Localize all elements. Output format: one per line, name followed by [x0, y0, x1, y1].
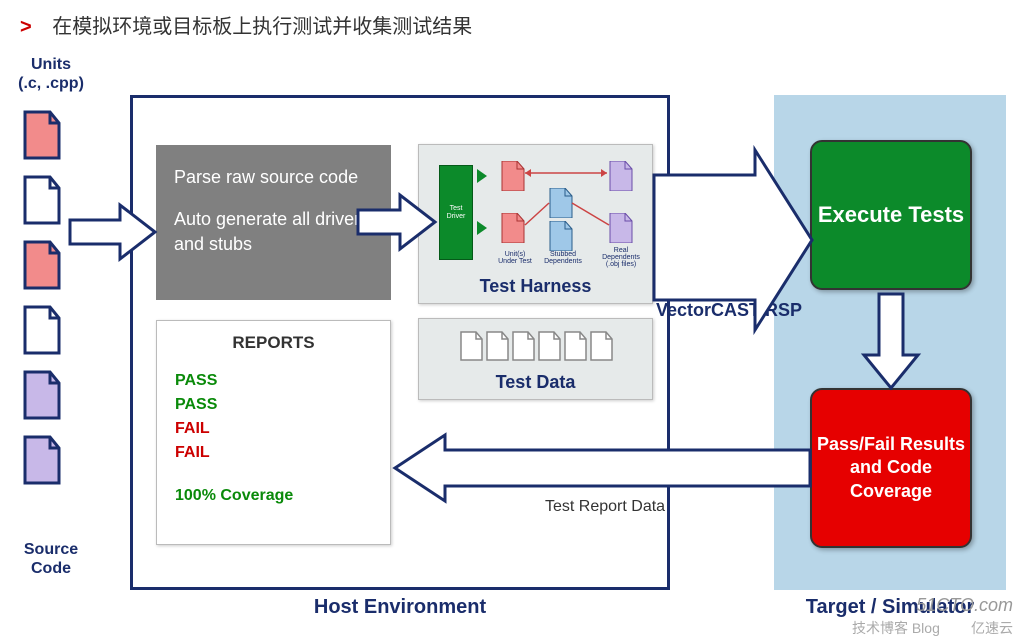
test-harness-box: Test Driver Unit(s) Under Test Stubbed D…: [418, 144, 653, 304]
test-harness-label: Test Harness: [419, 276, 652, 297]
test-data-label: Test Data: [419, 372, 652, 393]
return-link-label: Ethernet, Serial Link, JTAG…: [490, 450, 739, 471]
watermark-51cto: 51CTO.com: [916, 595, 1013, 616]
rsp-label: VectorCAST/RSP: [656, 300, 802, 321]
report-pass-row: PASS: [175, 393, 372, 417]
file-icon: [22, 175, 62, 225]
mini-file-icon: [563, 331, 587, 361]
file-icon: [22, 240, 62, 290]
results-box: Pass/Fail Results and Code Coverage: [810, 388, 972, 548]
file-icon: [22, 435, 62, 485]
parse-line2: Auto generate all drivers and stubs: [174, 207, 373, 256]
chevron-icon: >: [20, 16, 32, 38]
mini-file-icon: [511, 331, 535, 361]
reports-box: REPORTS PASSPASSFAILFAIL 100% Coverage: [156, 320, 391, 545]
title-text: 在模拟环境或目标板上执行测试并收集测试结果: [52, 16, 472, 38]
page-title: > 在模拟环境或目标板上执行测试并收集测试结果: [0, 0, 1023, 39]
mini-file-icon: [537, 331, 561, 361]
host-environment-label: Host Environment: [130, 596, 670, 619]
harness-diagram: Test Driver Unit(s) Under Test Stubbed D…: [427, 153, 644, 268]
execute-tests-box: Execute Tests: [810, 140, 972, 290]
mini-file-icon: [589, 331, 613, 361]
return-sublabel: Test Report Data: [545, 498, 665, 516]
parse-line1: Parse raw source code: [174, 165, 373, 189]
mini-file-icon: [485, 331, 509, 361]
report-fail-row: FAIL: [175, 441, 372, 465]
mini-file-icon: [459, 331, 483, 361]
file-icon: [22, 305, 62, 355]
file-icon: [22, 110, 62, 160]
test-data-files: [419, 331, 652, 361]
units-label: Units (.c, .cpp): [6, 55, 96, 93]
watermark-bottom: 技术博客 Blog 亿速云: [852, 618, 1013, 638]
report-pass-row: PASS: [175, 369, 372, 393]
reports-header: REPORTS: [175, 333, 372, 353]
coverage-text: 100% Coverage: [175, 487, 372, 505]
file-icon: [22, 370, 62, 420]
source-file-list: [22, 110, 62, 485]
parse-box: Parse raw source code Auto generate all …: [156, 145, 391, 300]
source-code-label: Source Code: [6, 540, 96, 578]
report-fail-row: FAIL: [175, 417, 372, 441]
test-data-box: Test Data: [418, 318, 653, 400]
harness-connectors: [427, 153, 644, 268]
